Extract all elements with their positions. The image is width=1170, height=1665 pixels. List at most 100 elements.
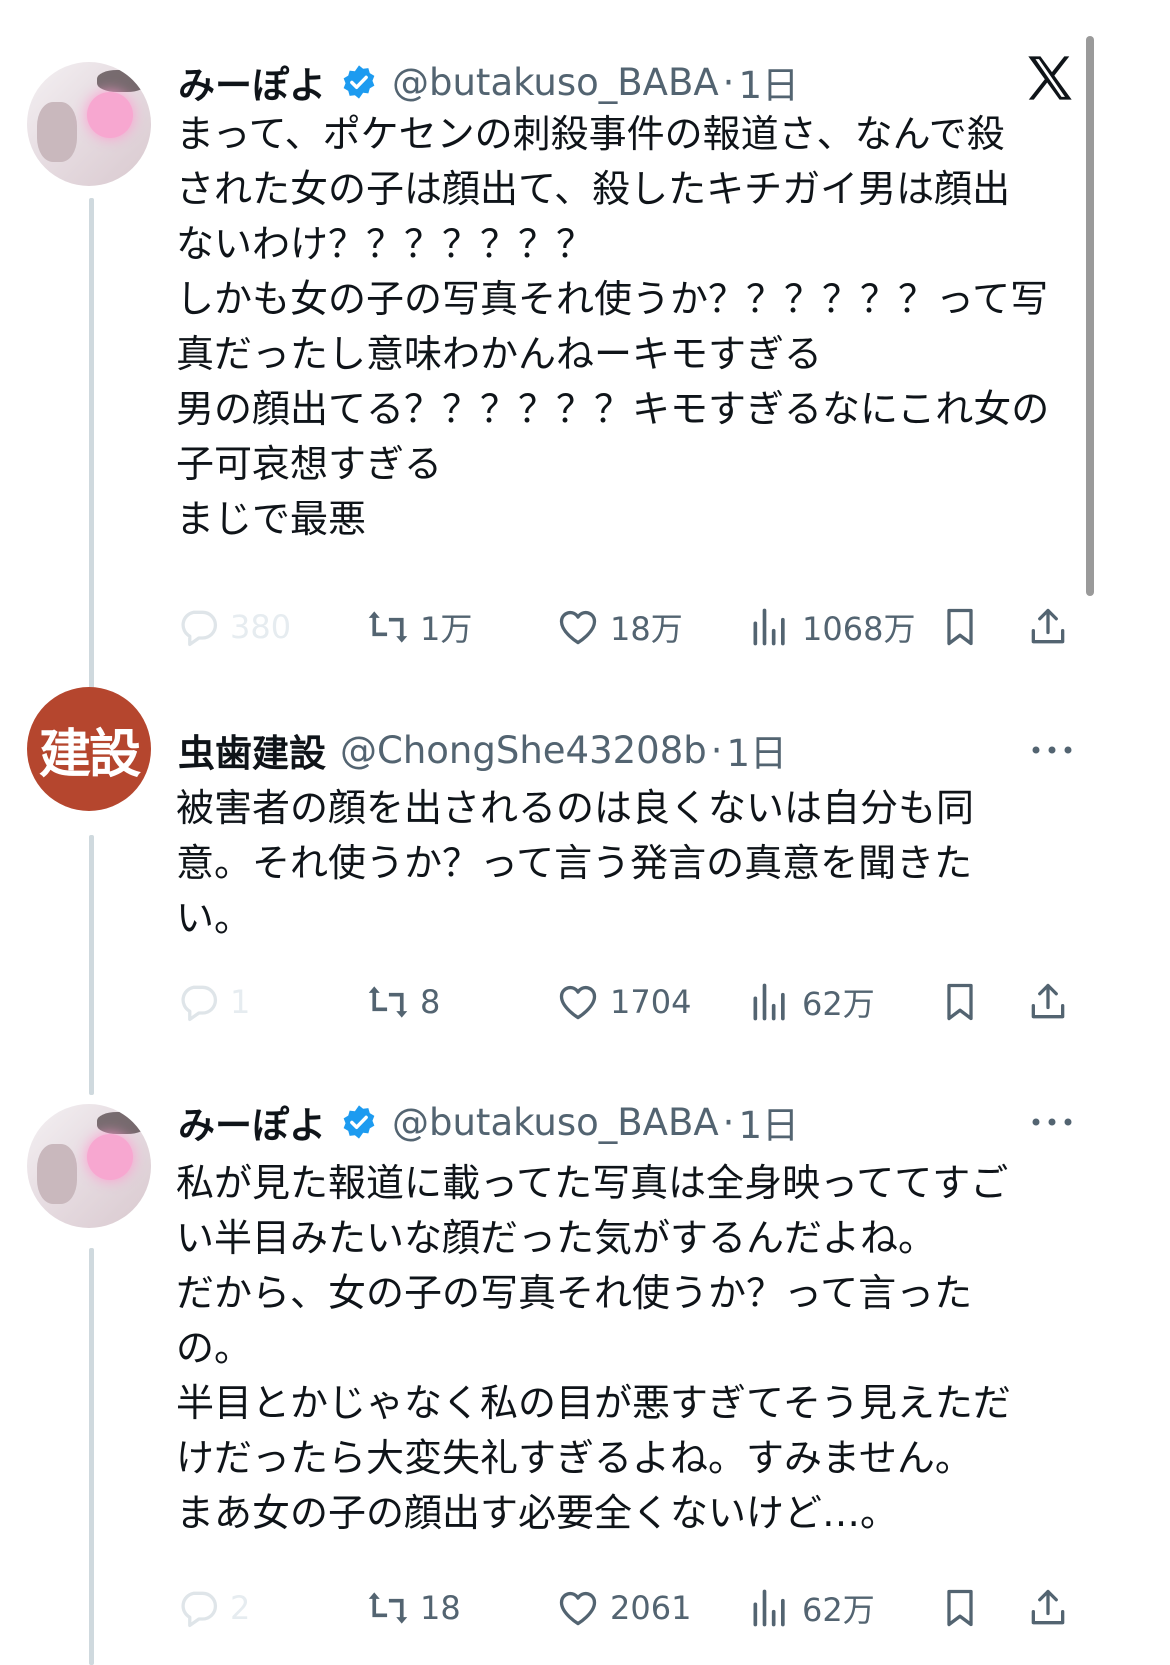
share-icon <box>1031 608 1065 644</box>
avatar[interactable] <box>27 1104 151 1228</box>
text-line: 子可哀想すぎる <box>176 442 443 486</box>
like-icon <box>559 985 597 1020</box>
reply-icon <box>181 610 218 647</box>
like-icon <box>559 1591 597 1626</box>
views-count: 62万 <box>802 985 875 1023</box>
repost-icon <box>368 986 408 1018</box>
text-line: だから、女の子の写真それ使うか？って言った <box>176 1271 973 1315</box>
views-button[interactable]: 62万 <box>748 972 875 1032</box>
like-count: 2061 <box>610 1589 692 1627</box>
tweet-actions: 2 18 2061 62万 <box>176 1578 1076 1638</box>
verified-icon <box>343 65 375 99</box>
views-count: 1068万 <box>802 610 916 648</box>
x-logo-icon[interactable] <box>1024 52 1076 104</box>
handle[interactable]: @ChongShe43208b <box>340 729 707 772</box>
share-button[interactable] <box>1026 597 1070 657</box>
share-button[interactable] <box>1026 1578 1070 1638</box>
timestamp[interactable]: 1日 <box>727 723 788 777</box>
reply-button[interactable]: 1 <box>176 972 250 1032</box>
text-line: された女の子は顔出て、殺したキチガイ男は顔出 <box>176 167 1011 211</box>
separator: · <box>722 1100 735 1144</box>
timestamp[interactable]: 1日 <box>738 1095 799 1149</box>
text-line: 被害者の顔を出されるのは良くないは自分も同 <box>176 786 975 830</box>
bookmark-icon <box>947 608 973 646</box>
display-name[interactable]: みーぽよ <box>178 1095 326 1149</box>
tweet-actions: 380 1万 18万 1068万 <box>176 597 1076 657</box>
text-line: い半目みたいな顔だった気がするんだよね。 <box>176 1216 937 1260</box>
more-icon[interactable] <box>1030 1115 1074 1129</box>
verified-icon <box>343 1105 375 1139</box>
thread-line <box>89 1248 94 1665</box>
text-line: 私が見た報道に載ってた写真は全身映っててすご <box>176 1161 1009 1205</box>
text-line: ないわけ？？？？？？？ <box>176 222 595 266</box>
tweet-header: みーぽよ @butakuso_BABA · 1日 <box>178 52 799 112</box>
reply-button[interactable]: 380 <box>176 597 291 657</box>
like-button[interactable]: 1704 <box>556 972 691 1032</box>
avatar-text: 建設 <box>38 724 141 785</box>
more-icon[interactable] <box>1030 743 1074 757</box>
bookmark-icon <box>947 983 973 1021</box>
like-count: 1704 <box>610 983 692 1021</box>
repost-count: 1万 <box>420 610 473 648</box>
reply-icon <box>181 1591 218 1628</box>
repost-button[interactable]: 18 <box>366 1578 461 1638</box>
repost-icon <box>368 611 408 643</box>
like-button[interactable]: 2061 <box>556 1578 691 1638</box>
bookmark-icon <box>947 1589 973 1627</box>
repost-button[interactable]: 8 <box>366 972 440 1032</box>
text-line: 真だったし意味わかんねーキモすぎる <box>176 332 823 376</box>
tweet-text: 私が見た報道に載ってた写真は全身映っててすご い半目みたいな顔だった気がするんだ… <box>176 1156 1066 1541</box>
views-button[interactable]: 62万 <box>748 1578 875 1638</box>
tweet-header: 虫歯建設 @ChongShe43208b · 1日 <box>178 720 787 780</box>
text-line: い。 <box>176 896 253 940</box>
separator: · <box>710 728 723 772</box>
repost-button[interactable]: 1万 <box>366 597 472 657</box>
like-icon <box>559 610 597 645</box>
tweet-actions: 1 8 1704 62万 <box>176 972 1076 1032</box>
scrollbar[interactable] <box>1086 36 1094 596</box>
views-icon <box>753 608 785 646</box>
reply-button[interactable]: 2 <box>176 1578 250 1638</box>
reply-count: 1 <box>230 983 251 1021</box>
repost-count: 18 <box>420 1589 461 1627</box>
reply-count: 380 <box>230 608 292 646</box>
text-line: 男の顔出てる？？？？？？キモすぎるなにこれ女の <box>176 387 1050 431</box>
like-button[interactable]: 18万 <box>556 597 683 657</box>
separator: · <box>722 60 735 104</box>
bookmark-button[interactable] <box>938 972 982 1032</box>
thread-line <box>89 198 94 718</box>
share-button[interactable] <box>1026 972 1070 1032</box>
text-line: の。 <box>176 1326 253 1370</box>
display-name[interactable]: 虫歯建設 <box>178 723 326 777</box>
tweet-header: みーぽよ @butakuso_BABA · 1日 <box>178 1092 799 1152</box>
bookmark-button[interactable] <box>938 1578 982 1638</box>
views-button[interactable]: 1068万 <box>748 597 915 657</box>
like-count: 18万 <box>610 610 683 648</box>
handle[interactable]: @butakuso_BABA <box>392 1101 719 1144</box>
thread-line <box>89 835 94 1095</box>
share-icon <box>1031 1589 1065 1625</box>
avatar[interactable]: 建設 <box>27 687 151 811</box>
views-icon <box>753 1589 785 1627</box>
timestamp[interactable]: 1日 <box>738 55 799 109</box>
reply-count: 2 <box>230 1589 251 1627</box>
share-icon <box>1031 983 1065 1019</box>
text-line: まじで最悪 <box>176 497 367 541</box>
bookmark-button[interactable] <box>938 597 982 657</box>
views-count: 62万 <box>802 1591 875 1629</box>
avatar[interactable] <box>27 62 151 186</box>
text-line: まって、ポケセンの刺殺事件の報道さ、なんで殺 <box>176 112 1005 156</box>
text-line: 半目とかじゃなく私の目が悪すぎてそう見えただ <box>176 1381 1011 1425</box>
text-line: けだったら大変失礼すぎるよね。すみません。 <box>176 1436 973 1480</box>
repost-icon <box>368 1592 408 1624</box>
handle[interactable]: @butakuso_BABA <box>392 61 719 104</box>
tweet-text: 被害者の顔を出されるのは良くないは自分も同 意。それ使うか？って言う発言の真意を… <box>176 781 1066 946</box>
text-line: まあ女の子の顔出す必要全くないけど…。 <box>176 1491 899 1535</box>
text-line: しかも女の子の写真それ使うか？？？？？？って写 <box>176 277 1049 321</box>
display-name[interactable]: みーぽよ <box>178 55 326 109</box>
repost-count: 8 <box>420 983 441 1021</box>
text-line: 意。それ使うか？って言う発言の真意を聞きた <box>176 841 973 885</box>
views-icon <box>753 983 785 1021</box>
tweet-text: まって、ポケセンの刺殺事件の報道さ、なんで殺 された女の子は顔出て、殺したキチガ… <box>176 107 1066 547</box>
reply-icon <box>181 985 218 1022</box>
